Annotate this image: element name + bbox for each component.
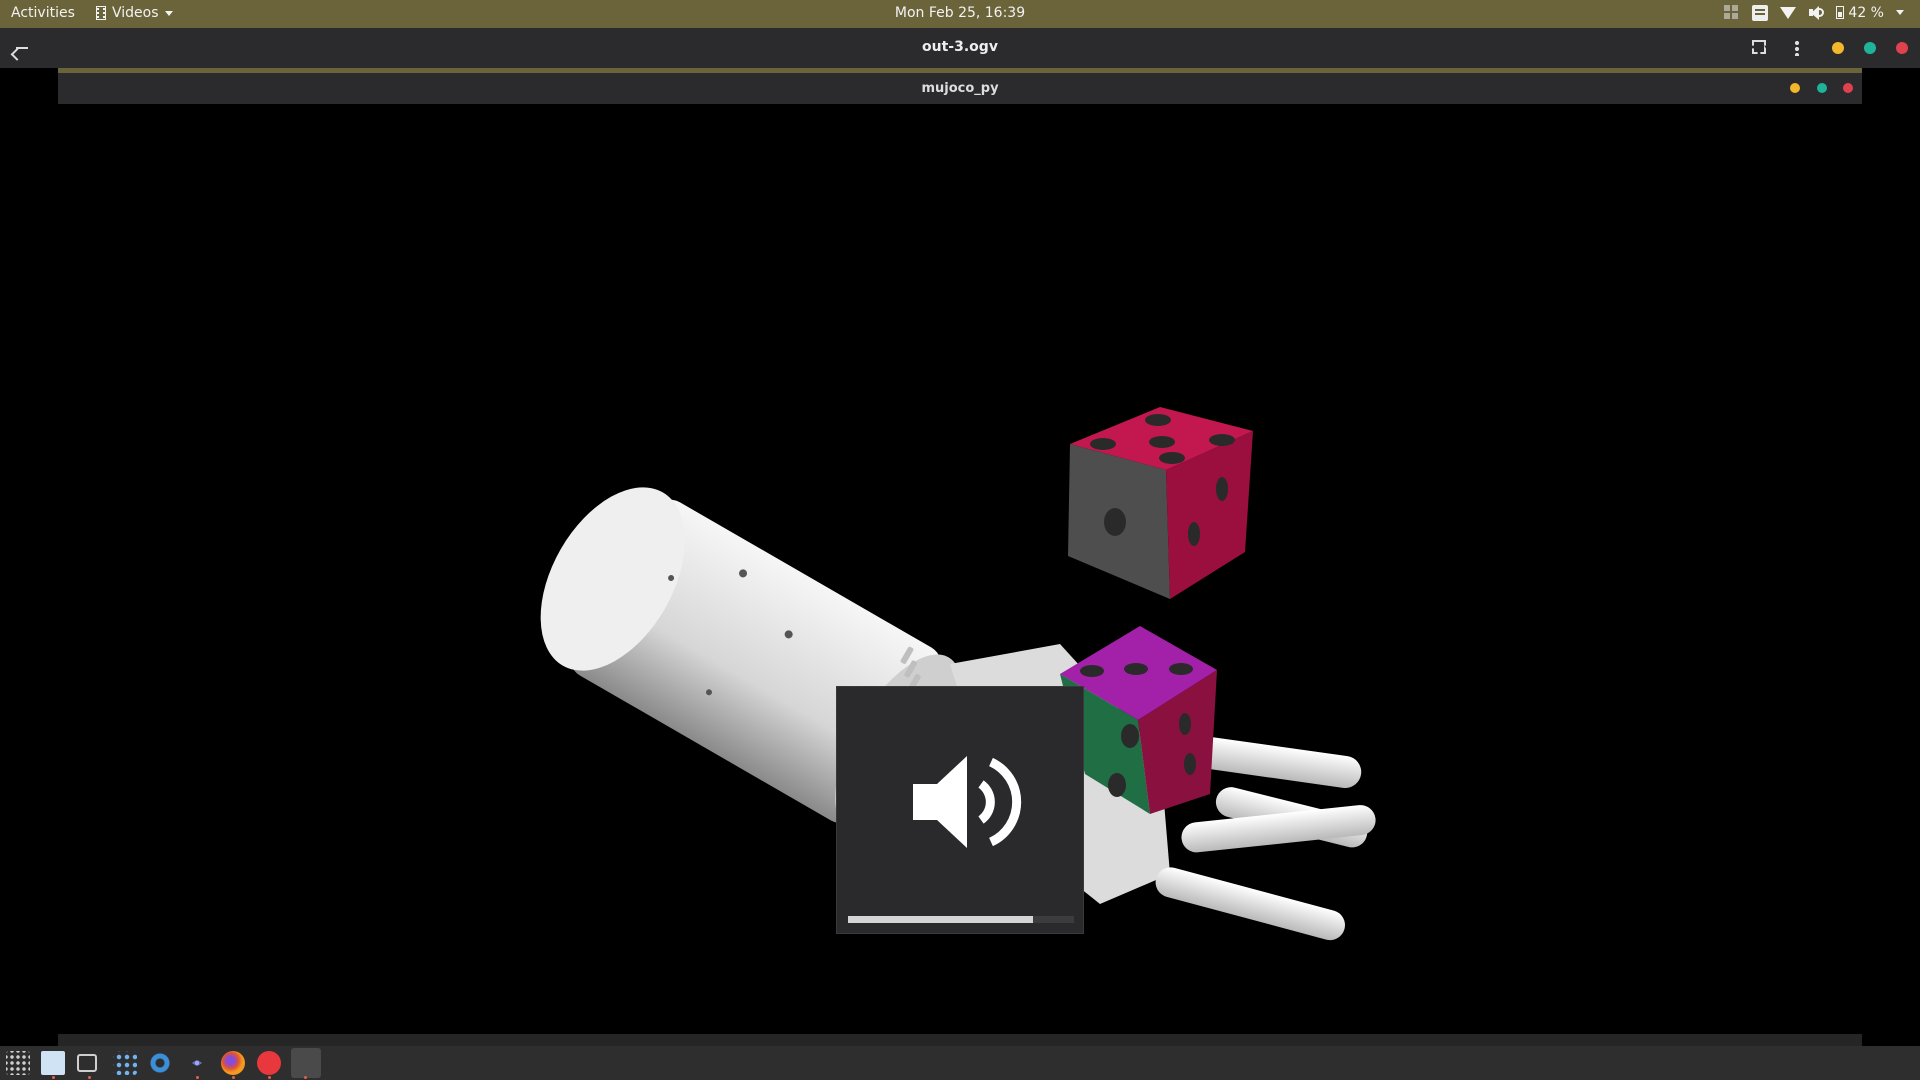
recorded-close-dot: [1843, 83, 1853, 93]
fullscreen-icon[interactable]: [1752, 40, 1766, 54]
minimize-button[interactable]: [1832, 42, 1844, 54]
files-icon[interactable]: [41, 1051, 65, 1075]
settings-icon[interactable]: [148, 1051, 172, 1075]
notes-icon[interactable]: [1752, 4, 1769, 21]
player-header: out-3.ogv: [0, 28, 1920, 68]
vivaldi-icon[interactable]: [257, 1051, 281, 1075]
volume-level-fill: [848, 916, 1034, 923]
recorded-window-title: mujoco_py: [921, 81, 999, 96]
battery-label: 42 %: [1848, 4, 1884, 21]
recorded-minimize-dot: [1790, 83, 1800, 93]
system-tray[interactable]: 42 %: [1724, 4, 1904, 21]
taskbar: [0, 1046, 1920, 1080]
video-title: out-3.ogv: [922, 39, 998, 55]
running-indicator: [304, 1076, 307, 1079]
die-upper: [1068, 407, 1253, 599]
volume-level-bar: [848, 916, 1074, 923]
volume-icon: [1808, 5, 1825, 21]
terminal-icon[interactable]: [77, 1054, 97, 1072]
running-indicator: [232, 1076, 235, 1079]
firefox-icon[interactable]: [221, 1051, 245, 1075]
atom-icon[interactable]: [185, 1051, 209, 1075]
recorded-window-titlebar: mujoco_py: [58, 68, 1862, 104]
maximize-button[interactable]: [1864, 42, 1876, 54]
running-indicator: [52, 1076, 55, 1079]
battery-icon: [1836, 6, 1845, 19]
speaker-volume-icon: [913, 756, 1022, 848]
clock[interactable]: Mon Feb 25, 16:39: [0, 5, 1920, 21]
running-indicator: [268, 1076, 271, 1079]
top-bar: Activities Videos Mon Feb 25, 16:39 42 %: [0, 0, 1920, 28]
recorded-taskbar-strip: [58, 1034, 1862, 1046]
video-player-icon[interactable]: [291, 1048, 321, 1078]
recorded-maximize-dot: [1817, 83, 1827, 93]
network-icon[interactable]: [113, 1051, 137, 1075]
close-button[interactable]: [1896, 42, 1908, 54]
battery-indicator: 42 %: [1836, 5, 1884, 21]
workspace-icon[interactable]: [1724, 5, 1741, 21]
wifi-icon: [1780, 6, 1797, 19]
apps-grid-icon[interactable]: [6, 1051, 30, 1075]
running-indicator: [196, 1076, 199, 1079]
menu-dots-icon[interactable]: [1795, 40, 1799, 56]
volume-osd: [836, 686, 1084, 934]
running-indicator: [88, 1076, 91, 1079]
chevron-down-icon[interactable]: [1896, 10, 1904, 15]
